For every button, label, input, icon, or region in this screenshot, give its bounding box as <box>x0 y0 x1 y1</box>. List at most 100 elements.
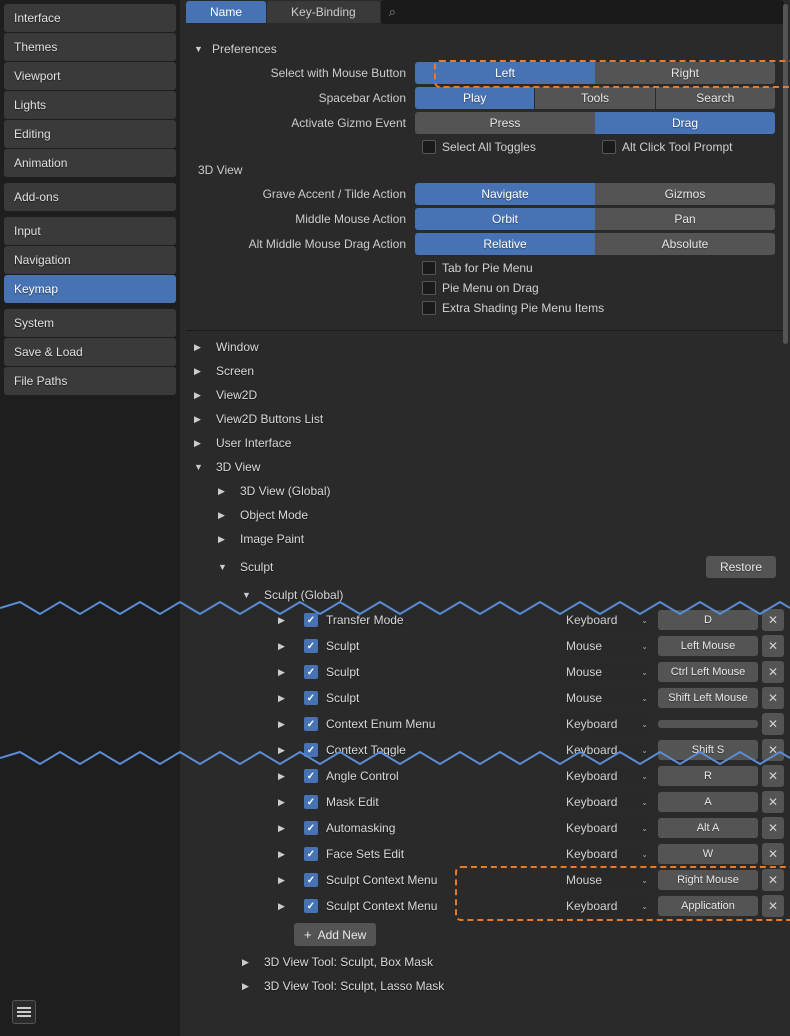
sidebar-item-themes[interactable]: Themes <box>4 33 176 61</box>
tree-tool-lasso[interactable]: ▶3D View Tool: Sculpt, Lasso Mask <box>194 974 784 998</box>
keymap-enable-checkbox[interactable] <box>304 769 318 783</box>
gizmo-drag-button[interactable]: Drag <box>595 112 775 134</box>
add-new-button[interactable]: +Add New <box>294 923 376 946</box>
tree-ui[interactable]: ▶User Interface <box>194 431 784 455</box>
alt-mmb-absolute-button[interactable]: Absolute <box>595 233 775 255</box>
sidebar-item-keymap[interactable]: Keymap <box>4 275 176 303</box>
tab-pie-checkbox[interactable] <box>422 261 436 275</box>
hamburger-menu-button[interactable] <box>12 1000 36 1024</box>
keymap-input-select[interactable]: Mouse⌄ <box>560 635 654 657</box>
keymap-delete-button[interactable]: ✕ <box>762 895 784 917</box>
sidebar-item-add-ons[interactable]: Add-ons <box>4 183 176 211</box>
keymap-input-select[interactable]: Mouse⌄ <box>560 869 654 891</box>
keymap-enable-checkbox[interactable] <box>304 847 318 861</box>
keymap-key-button[interactable]: Right Mouse <box>658 870 758 890</box>
chevron-right-icon[interactable]: ▶ <box>278 641 292 652</box>
keymap-delete-button[interactable]: ✕ <box>762 817 784 839</box>
search-input[interactable]: ⌕ <box>381 0 784 24</box>
keymap-enable-checkbox[interactable] <box>304 691 318 705</box>
keymap-delete-button[interactable]: ✕ <box>762 661 784 683</box>
keymap-input-select[interactable]: Keyboard⌄ <box>560 843 654 865</box>
keymap-delete-button[interactable]: ✕ <box>762 765 784 787</box>
keymap-enable-checkbox[interactable] <box>304 821 318 835</box>
extra-shading-checkbox[interactable] <box>422 301 436 315</box>
select-right-button[interactable]: Right <box>595 62 775 84</box>
keymap-key-button[interactable] <box>658 720 758 728</box>
keymap-input-select[interactable]: Keyboard⌄ <box>560 895 654 917</box>
tab-key-binding[interactable]: Key-Binding <box>267 1 380 23</box>
keymap-delete-button[interactable]: ✕ <box>762 791 784 813</box>
sidebar-item-file-paths[interactable]: File Paths <box>4 367 176 395</box>
keymap-delete-button[interactable]: ✕ <box>762 713 784 735</box>
keymap-enable-checkbox[interactable] <box>304 873 318 887</box>
keymap-input-select[interactable]: Mouse⌄ <box>560 661 654 683</box>
chevron-right-icon[interactable]: ▶ <box>278 693 292 704</box>
keymap-key-button[interactable]: R <box>658 766 758 786</box>
tree-image_paint[interactable]: ▶Image Paint <box>194 527 784 551</box>
tree-sculpt[interactable]: ▼SculptRestore <box>194 551 784 583</box>
sidebar-item-animation[interactable]: Animation <box>4 149 176 177</box>
sidebar-item-system[interactable]: System <box>4 309 176 337</box>
grave-gizmos-button[interactable]: Gizmos <box>595 183 775 205</box>
gizmo-press-button[interactable]: Press <box>415 112 595 134</box>
keymap-key-button[interactable]: Shift Left Mouse <box>658 688 758 708</box>
sidebar-item-lights[interactable]: Lights <box>4 91 176 119</box>
tree-view2d_buttons[interactable]: ▶View2D Buttons List <box>194 407 784 431</box>
chevron-right-icon[interactable]: ▶ <box>278 875 292 886</box>
sidebar-item-interface[interactable]: Interface <box>4 4 176 32</box>
chevron-right-icon[interactable]: ▶ <box>278 901 292 912</box>
keymap-input-select[interactable]: Keyboard⌄ <box>560 817 654 839</box>
keymap-key-button[interactable]: Alt A <box>658 818 758 838</box>
chevron-right-icon[interactable]: ▶ <box>278 667 292 678</box>
keymap-enable-checkbox[interactable] <box>304 639 318 653</box>
spacebar-tools-button[interactable]: Tools <box>534 87 655 109</box>
sidebar-item-save-load[interactable]: Save & Load <box>4 338 176 366</box>
sidebar-item-viewport[interactable]: Viewport <box>4 62 176 90</box>
keymap-delete-button[interactable]: ✕ <box>762 869 784 891</box>
tree-window[interactable]: ▶Window <box>194 335 784 359</box>
mmb-pan-button[interactable]: Pan <box>595 208 775 230</box>
tab-name[interactable]: Name <box>186 1 266 23</box>
mmb-orbit-button[interactable]: Orbit <box>415 208 595 230</box>
chevron-right-icon[interactable]: ▶ <box>278 823 292 834</box>
keymap-enable-checkbox[interactable] <box>304 899 318 913</box>
keymap-enable-checkbox[interactable] <box>304 795 318 809</box>
spacebar-play-button[interactable]: Play <box>415 87 534 109</box>
keymap-input-select[interactable]: Keyboard⌄ <box>560 765 654 787</box>
sidebar-item-input[interactable]: Input <box>4 217 176 245</box>
alt-click-checkbox[interactable] <box>602 140 616 154</box>
scrollbar[interactable] <box>783 4 788 344</box>
keymap-enable-checkbox[interactable] <box>304 717 318 731</box>
chevron-right-icon[interactable]: ▶ <box>278 719 292 730</box>
select-left-button[interactable]: Left <box>415 62 595 84</box>
sidebar-item-navigation[interactable]: Navigation <box>4 246 176 274</box>
tree-screen[interactable]: ▶Screen <box>194 359 784 383</box>
chevron-right-icon[interactable]: ▶ <box>278 849 292 860</box>
chevron-right-icon[interactable]: ▶ <box>278 771 292 782</box>
keymap-input-select[interactable]: Keyboard⌄ <box>560 713 654 735</box>
chevron-right-icon[interactable]: ▶ <box>278 615 292 626</box>
keymap-key-button[interactable]: Application <box>658 896 758 916</box>
sidebar-item-editing[interactable]: Editing <box>4 120 176 148</box>
keymap-delete-button[interactable]: ✕ <box>762 687 784 709</box>
restore-button[interactable]: Restore <box>706 556 776 578</box>
keymap-input-select[interactable]: Keyboard⌄ <box>560 791 654 813</box>
keymap-key-button[interactable]: A <box>658 792 758 812</box>
keymap-delete-button[interactable]: ✕ <box>762 635 784 657</box>
preferences-header[interactable]: ▼ Preferences <box>194 36 776 62</box>
select-all-toggles-checkbox[interactable] <box>422 140 436 154</box>
pie-drag-checkbox[interactable] <box>422 281 436 295</box>
tree-view3d_global[interactable]: ▶3D View (Global) <box>194 479 784 503</box>
keymap-enable-checkbox[interactable] <box>304 665 318 679</box>
keymap-key-button[interactable]: W <box>658 844 758 864</box>
keymap-key-button[interactable]: Ctrl Left Mouse <box>658 662 758 682</box>
spacebar-search-button[interactable]: Search <box>656 87 775 109</box>
tree-view3d[interactable]: ▼3D View <box>194 455 784 479</box>
chevron-right-icon[interactable]: ▶ <box>278 797 292 808</box>
tree-view2d[interactable]: ▶View2D <box>194 383 784 407</box>
tree-object_mode[interactable]: ▶Object Mode <box>194 503 784 527</box>
alt-mmb-relative-button[interactable]: Relative <box>415 233 595 255</box>
keymap-input-select[interactable]: Mouse⌄ <box>560 687 654 709</box>
grave-navigate-button[interactable]: Navigate <box>415 183 595 205</box>
keymap-key-button[interactable]: Left Mouse <box>658 636 758 656</box>
